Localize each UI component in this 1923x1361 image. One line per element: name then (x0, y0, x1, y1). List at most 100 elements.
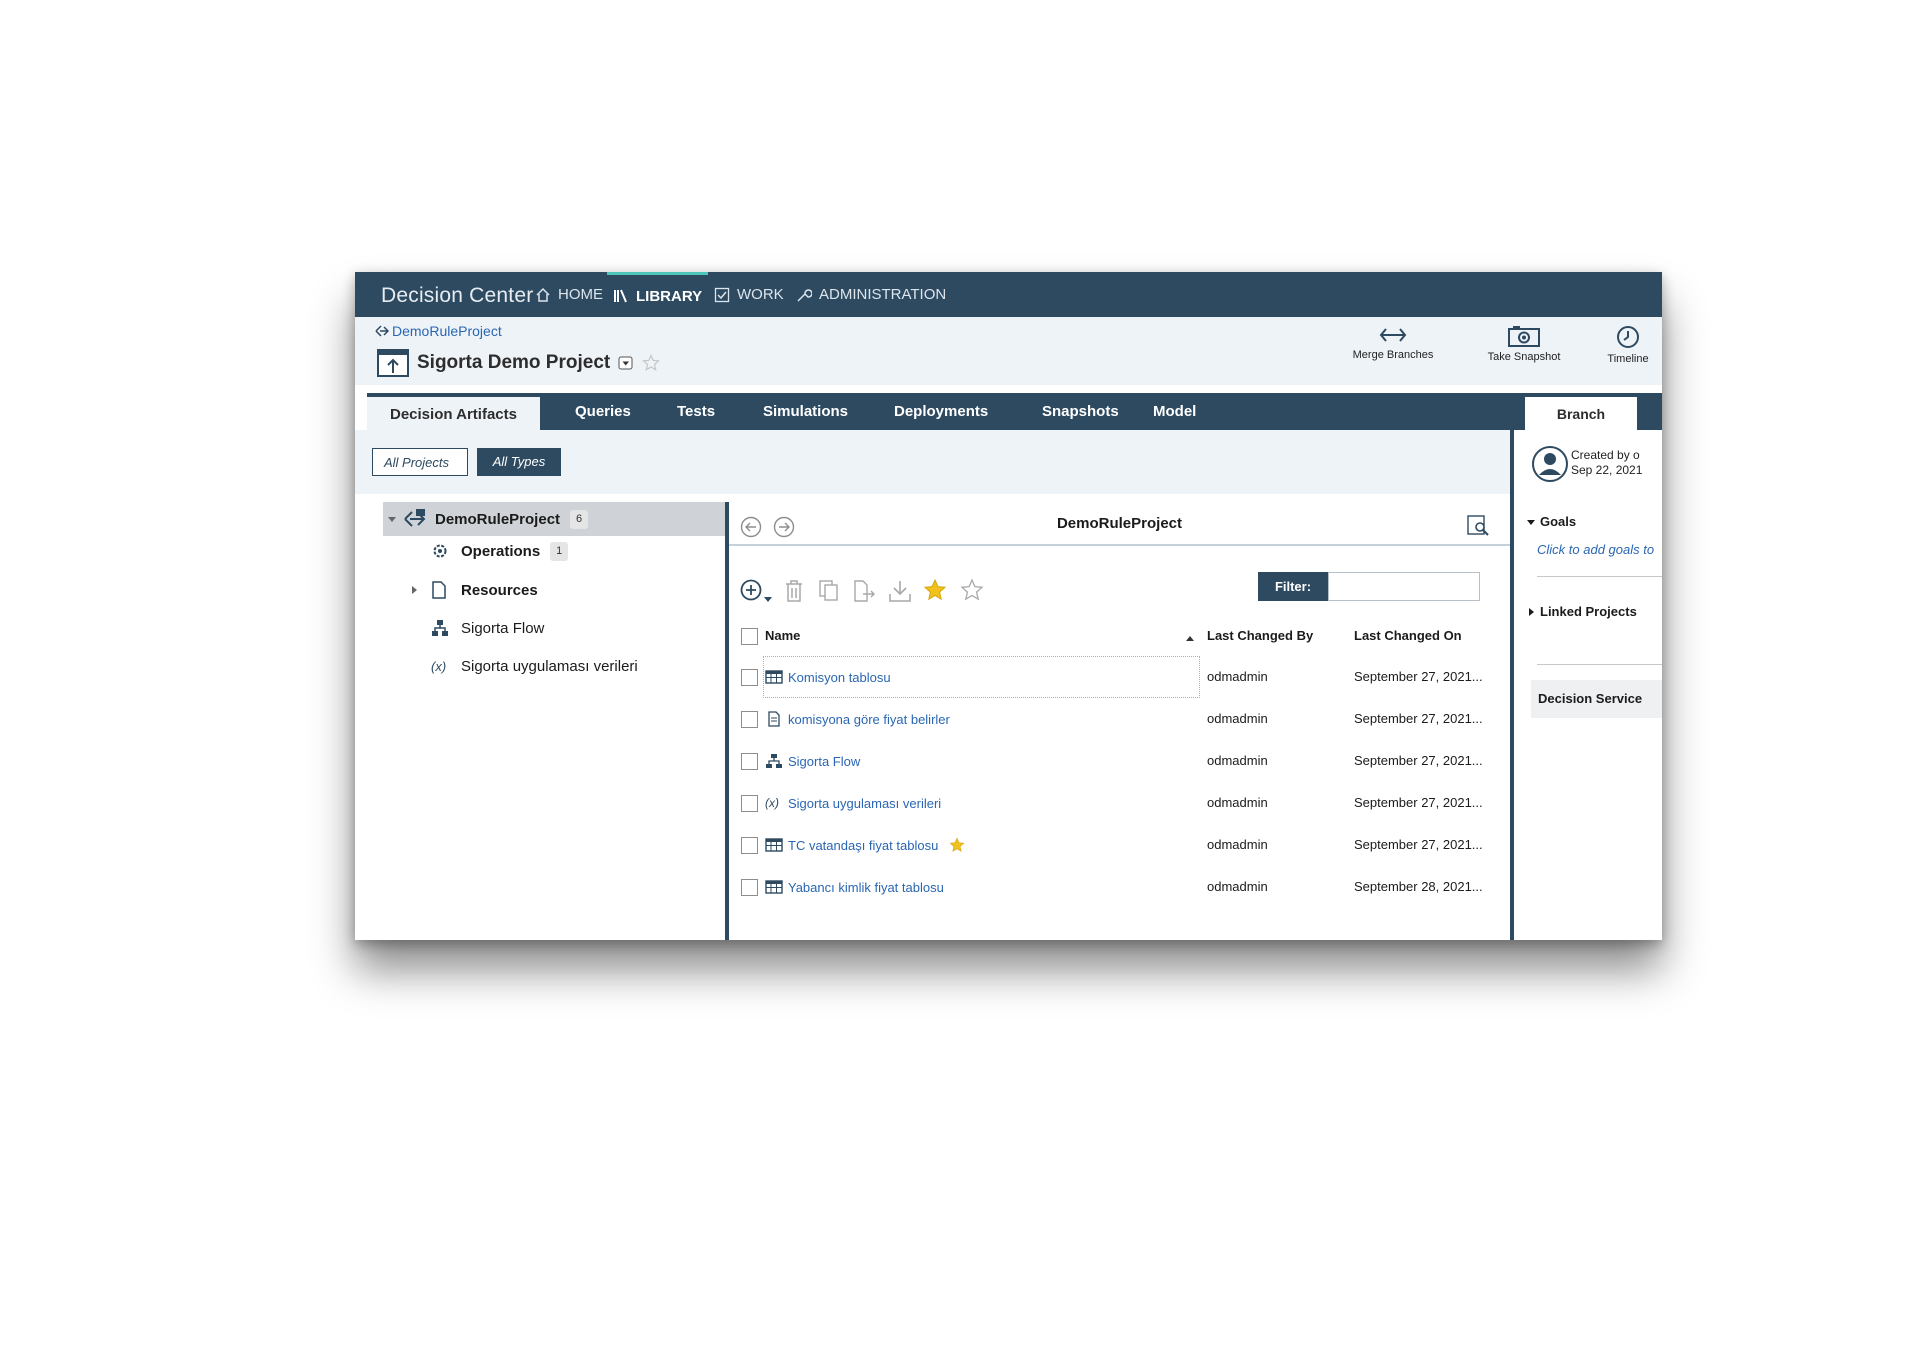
nav-administration-label: ADMINISTRATION (819, 286, 947, 303)
gear-icon (433, 544, 447, 558)
project-icon (404, 509, 426, 527)
all-types-button[interactable]: All Types (477, 448, 561, 476)
tab-simulations[interactable]: Simulations (763, 393, 848, 430)
row-checkbox[interactable] (741, 753, 758, 770)
delete-icon[interactable] (785, 580, 803, 602)
table-row[interactable]: Sigorta Flow odmadmin September 27, 2021… (729, 740, 1510, 782)
select-all-checkbox[interactable] (741, 628, 758, 645)
export-icon[interactable] (853, 580, 875, 602)
tree-item-sigorta-flow-label: Sigorta Flow (461, 619, 545, 637)
all-projects-button[interactable]: All Projects (372, 448, 468, 476)
table-icon (765, 880, 783, 894)
timeline-button[interactable]: Timeline (1598, 325, 1658, 365)
artifact-name: komisyona göre fiyat belirler (788, 711, 950, 727)
tree-root-count: 6 (570, 509, 589, 529)
merge-branches-label: Merge Branches (1352, 349, 1434, 361)
variable-icon: (x) (431, 658, 447, 674)
linked-projects-toggle[interactable]: Linked Projects (1527, 604, 1637, 619)
branch-project-icon (377, 349, 409, 377)
tab-queries[interactable]: Queries (575, 393, 631, 430)
tree-root-label: DemoRuleProject (435, 510, 561, 528)
artifact-link[interactable]: (x) Sigorta uygulaması verileri (765, 782, 941, 824)
tree-item-sigorta-flow[interactable]: Sigorta Flow (431, 611, 544, 645)
last-changed-on: September 28, 2021... (1354, 879, 1483, 894)
last-changed-by: odmadmin (1207, 795, 1268, 810)
column-last-changed-on[interactable]: Last Changed On (1354, 628, 1462, 643)
row-checkbox[interactable] (741, 669, 758, 686)
add-favorite-star-icon[interactable] (923, 578, 947, 602)
table-row[interactable]: TC vatandaşı fiyat tablosu odmadmin Sept… (729, 824, 1510, 866)
tree-root-demoruleproject[interactable]: DemoRuleProject 6 (383, 502, 725, 536)
remove-favorite-star-icon[interactable] (960, 578, 984, 602)
favorite-star-icon[interactable] (642, 354, 661, 372)
tab-branch[interactable]: Branch (1525, 397, 1637, 430)
add-new-icon[interactable] (740, 579, 776, 605)
take-snapshot-button[interactable]: Take Snapshot (1474, 325, 1574, 363)
tree-item-resources-label: Resources (461, 581, 538, 599)
artifact-link[interactable]: komisyona göre fiyat belirler (765, 698, 950, 740)
collapse-caret-icon[interactable] (387, 514, 397, 524)
created-date: Sep 22, 2021 (1571, 463, 1643, 477)
expand-caret-icon[interactable] (409, 585, 419, 595)
nav-home-label: HOME (558, 286, 603, 303)
tab-decision-artifacts[interactable]: Decision Artifacts (367, 397, 540, 430)
table-row[interactable]: Yabancı kimlik fiyat tablosu odmadmin Se… (729, 866, 1510, 908)
dropdown-icon[interactable] (618, 355, 634, 371)
table-row[interactable]: Komisyon tablosu odmadmin September 27, … (729, 656, 1510, 698)
project-title-row: Sigorta Demo Project (377, 349, 661, 377)
download-icon[interactable] (888, 580, 912, 602)
search-details-icon[interactable] (1467, 514, 1489, 536)
artifact-link[interactable]: Yabancı kimlik fiyat tablosu (765, 866, 944, 908)
column-last-changed-by[interactable]: Last Changed By (1207, 628, 1313, 643)
table-icon (765, 838, 783, 852)
decision-center-window: Decision Center HOME LIBRARY WORK ADMINI… (355, 272, 1662, 940)
decision-service-section[interactable]: Decision Service (1531, 680, 1662, 718)
scope-filter-strip: All Projects All Types (355, 430, 1510, 494)
variable-icon: (x) (765, 796, 779, 810)
nav-home[interactable]: HOME (533, 272, 605, 317)
created-info: Created by o Sep 22, 2021 (1571, 448, 1642, 478)
column-name[interactable]: Name (765, 628, 800, 643)
row-checkbox[interactable] (741, 879, 758, 896)
linked-projects-label: Linked Projects (1540, 604, 1637, 619)
table-row[interactable]: (x) Sigorta uygulaması verileri odmadmin… (729, 782, 1510, 824)
table-row[interactable]: komisyona göre fiyat belirler odmadmin S… (729, 698, 1510, 740)
filter-input[interactable] (1328, 572, 1480, 601)
goals-label: Goals (1540, 514, 1577, 529)
artifact-name: Sigorta uygulaması verileri (788, 795, 942, 811)
tree-item-sigorta-verileri-label: Sigorta uygulaması verileri (461, 657, 638, 675)
nav-work[interactable]: WORK (712, 272, 786, 317)
tree-item-operations[interactable]: Operations 1 (431, 534, 569, 568)
artifact-link[interactable]: Komisyon tablosu (765, 656, 891, 698)
avatar (1532, 446, 1568, 482)
row-checkbox[interactable] (741, 837, 758, 854)
tree-item-resources[interactable]: Resources (409, 573, 538, 607)
library-icon (614, 289, 627, 303)
tab-snapshots[interactable]: Snapshots (1042, 393, 1119, 430)
merge-branches-button[interactable]: Merge Branches (1339, 325, 1447, 361)
row-checkbox[interactable] (741, 795, 758, 812)
goals-section-toggle[interactable]: Goals (1527, 514, 1576, 529)
checkbox-icon (714, 287, 730, 302)
artifact-link[interactable]: Sigorta Flow (765, 740, 860, 782)
tab-deployments[interactable]: Deployments (894, 393, 988, 430)
document-icon (432, 581, 446, 599)
artifact-name: TC vatandaşı fiyat tablosu (788, 837, 939, 853)
tree-item-sigorta-verileri[interactable]: (x) Sigorta uygulaması verileri (431, 649, 638, 683)
tab-tests[interactable]: Tests (677, 393, 715, 430)
camera-icon (1508, 326, 1540, 347)
add-goals-link[interactable]: Click to add goals to (1537, 542, 1654, 557)
divider (1537, 576, 1662, 577)
nav-work-label: WORK (737, 286, 784, 303)
project-title: Sigorta Demo Project (417, 352, 611, 373)
divider (1537, 664, 1662, 665)
artifact-link[interactable]: TC vatandaşı fiyat tablosu (765, 824, 965, 866)
copy-icon[interactable] (819, 580, 841, 602)
nav-library[interactable]: LIBRARY (607, 272, 709, 317)
sort-ascending-icon[interactable] (1185, 634, 1195, 642)
row-checkbox[interactable] (741, 711, 758, 728)
tree-item-operations-count: 1 (550, 541, 569, 561)
nav-administration[interactable]: ADMINISTRATION (794, 272, 948, 317)
breadcrumb[interactable]: DemoRuleProject (375, 323, 502, 339)
tab-model[interactable]: Model (1153, 393, 1196, 430)
